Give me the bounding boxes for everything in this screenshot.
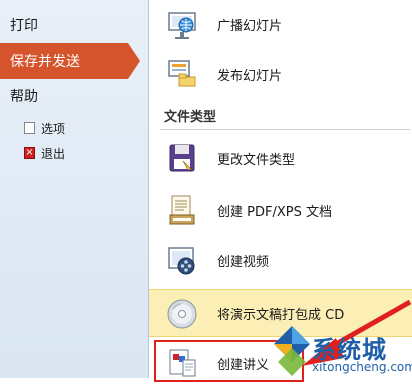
sidebar-item-options[interactable]: 选项 — [24, 117, 65, 139]
broadcast-slideshow-label: 广播幻灯片 — [217, 18, 283, 34]
change-filetype-label: 更改文件类型 — [217, 152, 296, 168]
create-pdf-xps-button[interactable]: 创建 PDF/XPS 文档 — [149, 186, 412, 234]
broadcast-slideshow-icon — [168, 12, 196, 39]
create-video-icon — [168, 247, 195, 275]
publish-slides-button[interactable]: 发布幻灯片 — [149, 50, 412, 98]
sidebar-item-save-and-send[interactable]: 保存并发送 — [0, 43, 140, 79]
sidebar-item-print[interactable]: 打印 — [0, 7, 140, 43]
sidebar-item-label: 退出 — [41, 146, 66, 161]
sidebar-item-label: 选项 — [41, 121, 66, 136]
pdf-xps-icon — [169, 195, 195, 225]
sidebar-item-exit[interactable]: × 退出 — [24, 142, 65, 164]
sidebar-item-label: 保存并发送 — [10, 54, 80, 70]
change-filetype-icon — [169, 144, 195, 172]
publish-slides-label: 发布幻灯片 — [217, 68, 283, 84]
section-divider — [160, 129, 410, 130]
create-pdf-xps-label: 创建 PDF/XPS 文档 — [217, 204, 332, 220]
create-video-label: 创建视频 — [217, 254, 270, 270]
publish-slides-icon — [168, 60, 196, 87]
watermark-url: xitongcheng.com — [312, 360, 412, 374]
exit-x-icon: × — [24, 147, 35, 159]
section-title-filetypes: 文件类型 — [164, 110, 217, 125]
change-filetype-button[interactable]: 更改文件类型 — [149, 134, 412, 182]
sidebar-item-help[interactable]: 帮助 — [0, 78, 140, 114]
sidebar-item-label: 帮助 — [10, 89, 38, 105]
sidebar-item-label: 打印 — [10, 18, 38, 34]
create-video-button[interactable]: 创建视频 — [149, 236, 412, 284]
cd-package-icon — [167, 299, 197, 329]
options-doc-icon — [24, 122, 35, 134]
broadcast-slideshow-button[interactable]: 广播幻灯片 — [149, 0, 412, 48]
